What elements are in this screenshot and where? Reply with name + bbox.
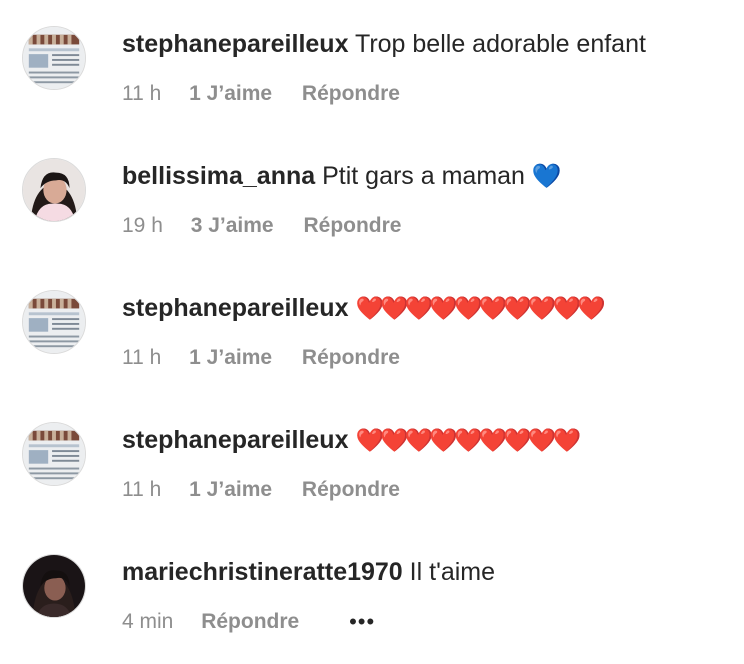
reply-button[interactable]: Répondre xyxy=(302,344,400,372)
comment-username[interactable]: stephanepareilleux xyxy=(122,30,348,58)
comment-time[interactable]: 11 h xyxy=(122,80,161,108)
red-hearts-emoji: ❤️❤️❤️❤️❤️❤️❤️❤️❤️❤️ xyxy=(355,295,605,321)
reply-button[interactable]: Répondre xyxy=(303,212,401,240)
comment-meta: 4 min Répondre ••• xyxy=(122,608,375,636)
comment-likes[interactable]: 1 J’aime xyxy=(189,476,272,504)
screenshot-thumbnail-avatar[interactable] xyxy=(22,290,86,354)
comment-username[interactable]: mariechristineratte1970 xyxy=(122,558,403,586)
comment-time[interactable]: 19 h xyxy=(122,212,163,240)
comment-username[interactable]: stephanepareilleux xyxy=(122,426,348,454)
screenshot-thumbnail-avatar[interactable] xyxy=(22,26,86,90)
comment-line: stephanepareilleux ❤️❤️❤️❤️❤️❤️❤️❤️❤️❤️ xyxy=(122,291,736,325)
comment-item: stephanepareilleux Trop belle adorable e… xyxy=(0,0,744,120)
reply-button[interactable]: Répondre xyxy=(201,608,299,636)
comment-username[interactable]: stephanepareilleux xyxy=(122,294,348,322)
more-options-icon[interactable]: ••• xyxy=(349,608,375,636)
dark-photo-avatar[interactable] xyxy=(22,554,86,618)
red-hearts-emoji: ❤️❤️❤️❤️❤️❤️❤️❤️❤️ xyxy=(355,427,581,453)
comment-time[interactable]: 11 h xyxy=(122,344,161,372)
comment-username[interactable]: bellissima_anna xyxy=(122,162,315,190)
comment-item: bellissima_anna Ptit gars a maman 💙 19 h… xyxy=(0,132,744,252)
comment-time[interactable]: 4 min xyxy=(122,608,173,636)
comment-line: stephanepareilleux Trop belle adorable e… xyxy=(122,27,736,61)
comment-item: stephanepareilleux ❤️❤️❤️❤️❤️❤️❤️❤️❤️ 11… xyxy=(0,396,744,516)
comment-meta: 11 h 1 J’aime Répondre xyxy=(122,476,400,504)
blue-heart-emoji: 💙 xyxy=(531,163,562,190)
comment-text: Trop belle adorable enfant xyxy=(354,30,646,58)
comment-likes[interactable]: 1 J’aime xyxy=(189,80,272,108)
comment-meta: 19 h 3 J’aime Répondre xyxy=(122,212,401,240)
reply-button[interactable]: Répondre xyxy=(302,476,400,504)
comment-text: Ptit gars a maman xyxy=(322,162,525,190)
reply-button[interactable]: Répondre xyxy=(302,80,400,108)
comment-meta: 11 h 1 J’aime Répondre xyxy=(122,80,400,108)
comment-time[interactable]: 11 h xyxy=(122,476,161,504)
comment-line: bellissima_anna Ptit gars a maman 💙 xyxy=(122,159,736,194)
comment-item: stephanepareilleux ❤️❤️❤️❤️❤️❤️❤️❤️❤️❤️ … xyxy=(0,264,744,384)
comment-likes[interactable]: 3 J’aime xyxy=(191,212,274,240)
comment-meta: 11 h 1 J’aime Répondre xyxy=(122,344,400,372)
comment-line: mariechristineratte1970 Il t'aime xyxy=(122,555,736,589)
screenshot-thumbnail-avatar[interactable] xyxy=(22,422,86,486)
comment-likes[interactable]: 1 J’aime xyxy=(189,344,272,372)
comment-item: mariechristineratte1970 Il t'aime 4 min … xyxy=(0,528,744,648)
comment-text: Il t'aime xyxy=(409,558,496,586)
comment-line: stephanepareilleux ❤️❤️❤️❤️❤️❤️❤️❤️❤️ xyxy=(122,423,736,457)
woman-photo-avatar[interactable] xyxy=(22,158,86,222)
